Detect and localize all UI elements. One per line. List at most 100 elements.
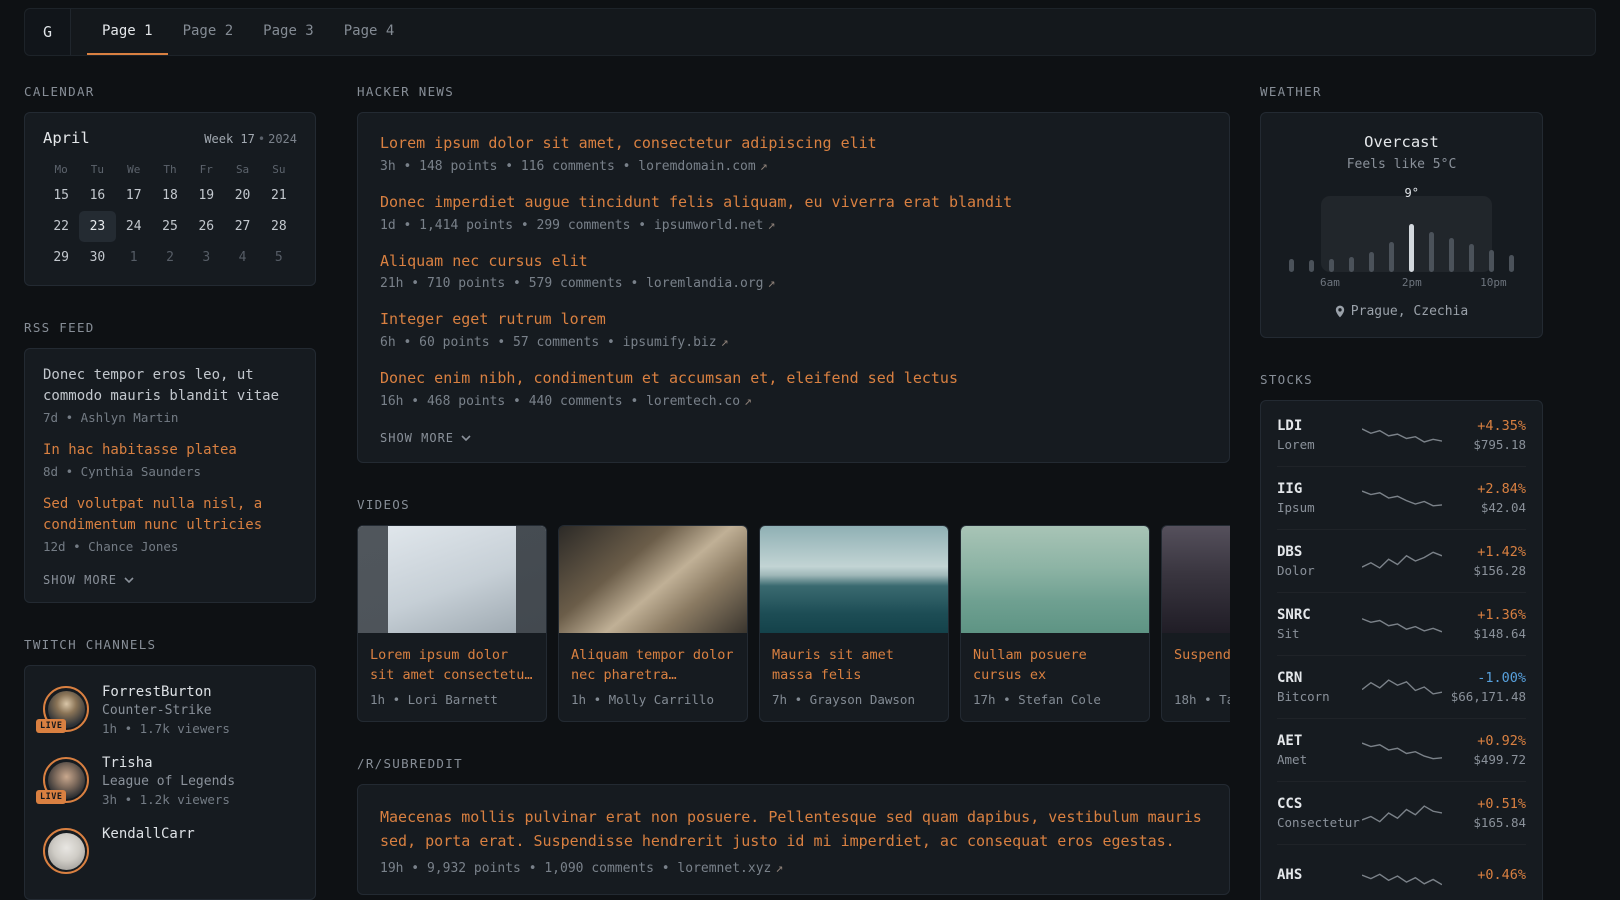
dashboard: CALENDAR April Week 17•2024 Mo Tu We Th … xyxy=(0,56,1620,900)
stock-change: +1.36% xyxy=(1450,607,1527,623)
hn-story: Integer eget rutrum lorem 6h • 60 points… xyxy=(380,309,1207,350)
calendar-day: 25 xyxy=(152,211,188,242)
weather-location: Prague, Czechia xyxy=(1279,304,1524,319)
chevron-down-icon xyxy=(124,577,134,583)
stock-change: +4.35% xyxy=(1450,418,1527,434)
stock-row[interactable]: IIG Ipsum +2.84% $42.04 xyxy=(1277,466,1526,529)
stock-row[interactable]: AET Amet +0.92% $499.72 xyxy=(1277,718,1526,781)
stock-row[interactable]: DBS Dolor +1.42% $156.28 xyxy=(1277,529,1526,592)
stock-price: $148.64 xyxy=(1450,626,1527,641)
rss-show-more-button[interactable]: SHOW MORE xyxy=(43,573,134,587)
stock-price: $795.18 xyxy=(1450,437,1527,452)
twitch-section: TWITCH CHANNELS LIVE ForrestBurton Count… xyxy=(24,637,316,900)
twitch-channel-row[interactable]: KendallCarr xyxy=(43,826,297,874)
calendar-day: 29 xyxy=(43,242,79,273)
stock-ticker: DBS xyxy=(1277,544,1354,560)
stock-price: $165.84 xyxy=(1450,815,1527,830)
stock-name: Consectetur xyxy=(1277,815,1354,830)
hn-story-link[interactable]: Aliquam nec cursus elit xyxy=(380,251,1207,273)
stock-values: +4.35% $795.18 xyxy=(1450,418,1527,452)
tab-page-4[interactable]: Page 4 xyxy=(329,9,410,55)
stock-values: +0.51% $165.84 xyxy=(1450,796,1527,830)
hacker-news-section-title: HACKER NEWS xyxy=(357,84,1230,99)
external-link-icon: ↗ xyxy=(768,276,776,291)
stock-price: $66,171.48 xyxy=(1450,689,1527,704)
calendar-weekday-row: Mo Tu We Th Fr Sa Su xyxy=(43,163,297,176)
hn-domain-link[interactable]: ipsumworld.net xyxy=(654,218,764,233)
reddit-post-link[interactable]: Maecenas mollis pulvinar erat non posuer… xyxy=(380,805,1207,853)
weather-bar xyxy=(1429,232,1434,272)
stock-row[interactable]: LDI Lorem +4.35% $795.18 xyxy=(1277,403,1526,466)
current-temperature-label: 9° xyxy=(1405,186,1419,200)
video-meta: 1h • Lori Barnett xyxy=(358,685,546,721)
hn-domain-link[interactable]: loremlandia.org xyxy=(646,276,763,291)
channel-game: Counter-Strike xyxy=(102,703,230,718)
weather-bar xyxy=(1329,259,1334,272)
app-logo[interactable]: G xyxy=(25,9,71,55)
calendar-month: April xyxy=(43,129,90,147)
hn-story-meta: 1d • 1,414 points • 299 comments • ipsum… xyxy=(380,218,1207,233)
hn-meta-text: 3h • 148 points • 116 comments • xyxy=(380,159,630,174)
video-card[interactable]: Lorem ipsum dolor sit amet consectetu… 1… xyxy=(357,525,547,723)
stock-change: -1.00% xyxy=(1450,670,1527,686)
calendar-day: 18 xyxy=(152,180,188,211)
stock-row[interactable]: CCS Consectetur +0.51% $165.84 xyxy=(1277,781,1526,844)
stock-name: Lorem xyxy=(1277,437,1354,452)
hn-story-link[interactable]: Donec imperdiet augue tincidunt felis al… xyxy=(380,192,1207,214)
weekday-label: Fr xyxy=(188,163,224,176)
tab-page-2[interactable]: Page 2 xyxy=(168,9,249,55)
stock-identity: LDI Lorem xyxy=(1277,418,1354,452)
video-title: Nullam posuere cursus ex xyxy=(961,633,1149,686)
stock-name: Dolor xyxy=(1277,563,1354,578)
reddit-meta-text: 19h • 9,932 points • 1,090 comments • xyxy=(380,861,670,876)
chevron-down-icon xyxy=(461,435,471,441)
stock-values: -1.00% $66,171.48 xyxy=(1450,670,1527,704)
stock-values: +1.36% $148.64 xyxy=(1450,607,1527,641)
tab-page-3[interactable]: Page 3 xyxy=(248,9,329,55)
stock-row[interactable]: AHS +0.46% xyxy=(1277,844,1526,900)
calendar-day: 19 xyxy=(188,180,224,211)
hn-story-link[interactable]: Lorem ipsum dolor sit amet, consectetur … xyxy=(380,133,1207,155)
hn-domain-link[interactable]: ipsumify.biz xyxy=(623,335,717,350)
video-card[interactable]: Nullam posuere cursus ex 17h • Stefan Co… xyxy=(960,525,1150,723)
twitch-channel-row[interactable]: LIVE Trisha League of Legends 3h • 1.2k … xyxy=(43,755,297,807)
weather-bar xyxy=(1469,244,1474,272)
video-card[interactable]: Suspendisse diam 18h • Tara xyxy=(1161,525,1230,723)
hn-story-link[interactable]: Integer eget rutrum lorem xyxy=(380,309,1207,331)
rss-item-link[interactable]: In hac habitasse platea xyxy=(43,440,297,461)
stock-row[interactable]: CRN Bitcorn -1.00% $66,171.48 xyxy=(1277,655,1526,718)
time-label: 10pm xyxy=(1480,276,1507,289)
weather-bars xyxy=(1279,202,1524,272)
tab-page-1[interactable]: Page 1 xyxy=(87,9,168,55)
stock-identity: IIG Ipsum xyxy=(1277,481,1354,515)
weekday-label: Mo xyxy=(43,163,79,176)
stock-identity: SNRC Sit xyxy=(1277,607,1354,641)
rss-item-link[interactable]: Donec tempor eros leo, ut commodo mauris… xyxy=(43,365,297,407)
hn-story: Aliquam nec cursus elit 21h • 710 points… xyxy=(380,251,1207,292)
subreddit-widget: Maecenas mollis pulvinar erat non posuer… xyxy=(357,784,1230,895)
hn-story: Donec enim nibh, condimentum et accumsan… xyxy=(380,368,1207,409)
video-card[interactable]: Aliquam tempor dolor nec pharetra… 1h • … xyxy=(558,525,748,723)
location-pin-icon xyxy=(1335,305,1345,318)
stock-price: $499.72 xyxy=(1450,752,1527,767)
rss-widget: Donec tempor eros leo, ut commodo mauris… xyxy=(24,348,316,603)
show-more-label: SHOW MORE xyxy=(43,573,117,587)
stock-row[interactable]: SNRC Sit +1.36% $148.64 xyxy=(1277,592,1526,655)
rss-item-link[interactable]: Sed volutpat nulla nisl, a condimentum n… xyxy=(43,494,297,536)
rss-item: In hac habitasse platea 8d • Cynthia Sau… xyxy=(43,440,297,479)
hn-domain-link[interactable]: loremtech.co xyxy=(646,394,740,409)
hn-story-link[interactable]: Donec enim nibh, condimentum et accumsan… xyxy=(380,368,1207,390)
separator-dot: • xyxy=(258,132,265,146)
stock-change: +1.42% xyxy=(1450,544,1527,560)
hn-domain-link[interactable]: loremdomain.com xyxy=(638,159,755,174)
hn-story-meta: 6h • 60 points • 57 comments • ipsumify.… xyxy=(380,335,1207,350)
video-card[interactable]: Mauris sit amet massa felis 7h • Grayson… xyxy=(759,525,949,723)
stock-sparkline xyxy=(1362,611,1442,637)
hn-show-more-button[interactable]: SHOW MORE xyxy=(380,431,471,445)
videos-section: VIDEOS Lorem ipsum dolor sit amet consec… xyxy=(357,497,1230,723)
twitch-channel-row[interactable]: LIVE ForrestBurton Counter-Strike 1h • 1… xyxy=(43,684,297,736)
stock-sparkline xyxy=(1362,674,1442,700)
reddit-domain-link[interactable]: loremnet.xyz xyxy=(677,861,771,876)
stock-change: +0.92% xyxy=(1450,733,1527,749)
weather-bar xyxy=(1409,224,1414,272)
